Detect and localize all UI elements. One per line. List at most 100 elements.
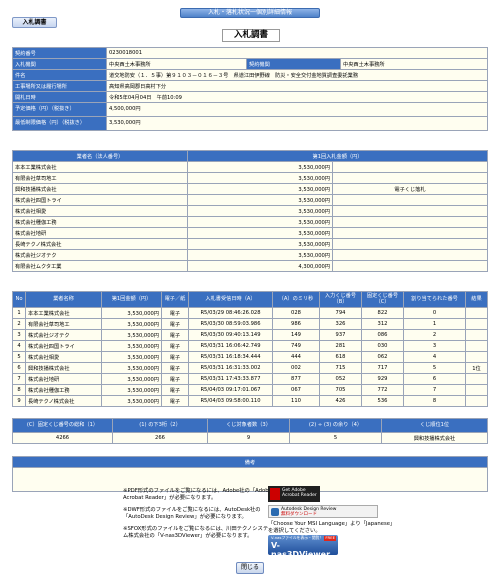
detail-cell-ms: 110: [272, 395, 320, 407]
detail-header: 電子／紙: [161, 291, 189, 308]
summary-value: 4266: [12, 432, 113, 444]
bidder-name: 株式会社地研: [12, 227, 188, 239]
detail-cell-result: [465, 307, 488, 319]
detail-cell-amount: 3,530,000円: [101, 395, 162, 407]
bidder-name: 株式会社相愛: [12, 205, 188, 217]
detail-cell-time: R5/04/03 09:58:00.110: [188, 395, 273, 407]
detail-cell-time: R5/03/31 17:43:33.877: [188, 373, 273, 385]
detail-cell-lotC: 312: [361, 318, 404, 330]
detail-cell-type: 電子: [161, 362, 189, 374]
detail-cell-amount: 3,530,000円: [101, 384, 162, 396]
detail-cell-no: 5: [12, 351, 26, 363]
bidder-name: 有限会社草司地工: [12, 172, 188, 184]
detail-cell-type: 電子: [161, 307, 189, 319]
bid-amount: 3,530,000円: [187, 249, 333, 261]
detail-cell-no: 3: [12, 329, 26, 341]
detail-cell-result: 1位: [465, 362, 488, 374]
detail-cell-type: 電子: [161, 351, 189, 363]
autodesk-design-review-link[interactable]: Autodesk Design Review 無料ダウンロード: [268, 505, 378, 518]
detail-header: No: [12, 291, 26, 308]
v-nas-3d-viewer-link[interactable]: FREE V-nasファイルを表示・閲覧！ V-nas3DViewer ダウンロ…: [268, 535, 338, 562]
detail-cell-name: 株式会社ジオテク: [25, 329, 102, 341]
detail-cell-ms: 877: [272, 373, 320, 385]
min-price-label: 最低制限価格（円）（税抜き）: [12, 116, 107, 131]
page-title: 入札調書: [222, 29, 280, 42]
v-badge-title: V-nas3DViewer: [271, 540, 331, 559]
detail-cell-ms: 749: [272, 340, 320, 352]
bid-amount: 3,530,000円: [187, 194, 333, 206]
tab-bid-record: 入札調書: [12, 17, 57, 28]
min-price-value: 3,530,000円: [106, 116, 488, 131]
bid-amount: 3,530,000円: [187, 172, 333, 184]
detail-cell-result: [465, 351, 488, 363]
plugin-notes: ※PDF形式のファイルをご覧になるには、Adobe社の「Adobe Acroba…: [123, 488, 273, 545]
dwf-note: ※DWF形式のファイルをご覧になるには、AutoDesk社の「AutoDesk …: [123, 507, 261, 520]
dw-language-note: 「Choose Your MSI Language」より「Japanese」を選…: [268, 521, 396, 534]
table-row: 株式会社四国トライ 3,530,000円: [12, 194, 488, 206]
close-button[interactable]: 閉じる: [236, 562, 264, 574]
detail-cell-name: 株式会社種伽工務: [25, 384, 102, 396]
table-row: 興和技播株式会社 3,530,000円 電子くじ落札: [12, 183, 488, 195]
detail-cell-lotB: 715: [319, 362, 362, 374]
summary-value: 5: [289, 432, 382, 444]
bidder-name: 株式会社ジオテク: [12, 249, 188, 261]
dw-badge-line2: 無料ダウンロード: [281, 512, 317, 517]
summary-value: 興和技播株式会社: [381, 432, 488, 444]
detail-cell-no: 8: [12, 384, 26, 396]
bidder-name: 有限会社ムクタ工業: [12, 260, 188, 272]
detail-cell-assigned: 5: [403, 362, 466, 374]
bid-amount: 3,530,000円: [187, 205, 333, 217]
bid-note: [332, 172, 488, 184]
open-date-value: 令和5年04月04日 午前10:09: [106, 91, 488, 103]
remarks-table: 備考: [12, 456, 488, 492]
detail-cell-amount: 3,530,000円: [101, 329, 162, 341]
detail-cell-time: R5/03/30 08:59:03.986: [188, 318, 273, 330]
detail-cell-assigned: 6: [403, 373, 466, 385]
contract-org-value: 中央西土木事務所: [340, 58, 488, 70]
contract-no-value: 0230018001: [106, 47, 488, 59]
detail-cell-ms: 067: [272, 384, 320, 396]
table-row: 6 興和技播株式会社 3,530,000円 電子 R5/03/31 16:31:33.0…: [12, 362, 488, 374]
contract-no-label: 契約番号: [12, 47, 107, 59]
bidder-name: 株式会社四国トライ: [12, 194, 188, 206]
table-row: 4 株式会社四国トライ 3,530,000円 電子 R5/03/31 16:06:42.…: [12, 340, 488, 352]
est-price-label: 予定価格（円）（税抜き）: [12, 102, 107, 117]
bid-note: [332, 205, 488, 217]
autodesk-icon: [271, 508, 279, 516]
table-row: 有限会社ムクタ工業 4,300,000円: [12, 260, 488, 272]
table-row: 本本工業株式会社 3,530,000円: [12, 161, 488, 173]
place-label: 工事場所又は履行場所: [12, 80, 107, 92]
detail-cell-name: 有限会社草司地工: [25, 318, 102, 330]
detail-cell-time: R5/03/31 16:31:33.002: [188, 362, 273, 374]
page-banner: 入札・落札状況一個別詳細情報: [180, 8, 320, 18]
open-date-label: 開札日時: [12, 91, 107, 103]
table-row: 3 株式会社ジオテク 3,530,000円 電子 R5/03/30 09:40:13.1…: [12, 329, 488, 341]
contract-org-label: 契約機関: [246, 58, 341, 70]
bidder-name: 長崎テクノ株式会社: [12, 238, 188, 250]
bid-org-value: 中央西土木事務所: [106, 58, 247, 70]
detail-cell-name: 本本工業株式会社: [25, 307, 102, 319]
detail-cell-assigned: 3: [403, 340, 466, 352]
summary-header: くじ対象者数（3）: [207, 418, 290, 433]
detail-cell-result: [465, 318, 488, 330]
project-value: 道交地防安（１．５事）第９１０３－０１６－３号 県道江田伊野線 防災・安全交付金…: [106, 69, 488, 81]
detail-cell-result: [465, 329, 488, 341]
table-row: 5 株式会社相愛 3,530,000円 電子 R5/03/31 16:18:34.444…: [12, 351, 488, 363]
detail-cell-time: R5/03/31 16:06:42.749: [188, 340, 273, 352]
table-row: 8 株式会社種伽工務 3,530,000円 電子 R5/04/03 09:17:01.0…: [12, 384, 488, 396]
bid-note: [332, 249, 488, 261]
summary-header: (1) の下3桁（2）: [112, 418, 208, 433]
table-row: 株式会社地研 3,530,000円: [12, 227, 488, 239]
detail-cell-ms: 444: [272, 351, 320, 363]
get-acrobat-reader-link[interactable]: Get Adobe Acrobat Reader: [268, 486, 320, 502]
detail-cell-amount: 3,530,000円: [101, 340, 162, 352]
detail-cell-result: [465, 340, 488, 352]
pdf-badge-line2: Acrobat Reader: [282, 493, 317, 498]
bid-note: [332, 216, 488, 228]
detail-cell-type: 電子: [161, 329, 189, 341]
detail-cell-no: 2: [12, 318, 26, 330]
project-label: 件名: [12, 69, 107, 81]
summary-header: (2) ÷ (3) の余り（4）: [289, 418, 382, 433]
detail-cell-lotB: 794: [319, 307, 362, 319]
detail-cell-name: 興和技播株式会社: [25, 362, 102, 374]
